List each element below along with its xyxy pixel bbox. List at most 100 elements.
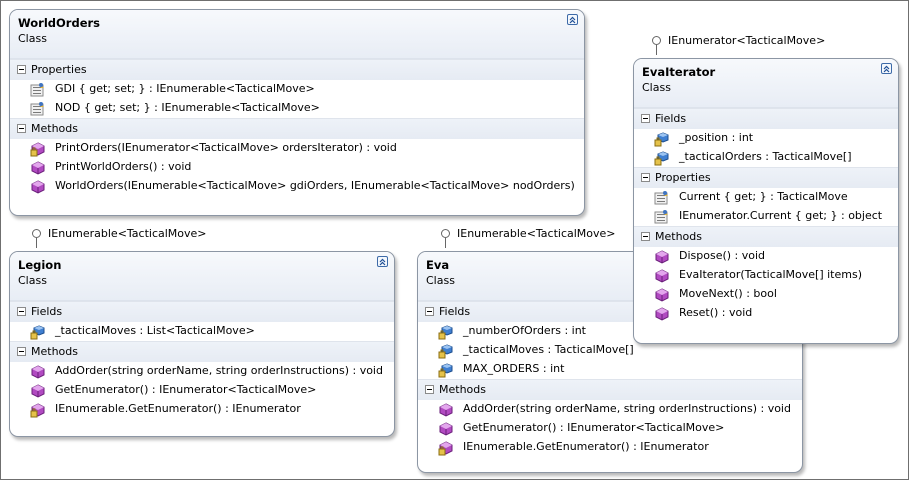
section-label: Methods — [439, 383, 486, 396]
section-fields[interactable]: Fields — [634, 108, 898, 129]
section-properties[interactable]: Properties — [634, 167, 898, 188]
method-icon — [654, 306, 670, 322]
collapse-chevron-icon[interactable] — [567, 14, 578, 25]
member-row[interactable]: IEnumerator.Current { get; } : object — [634, 207, 898, 226]
method-icon — [30, 179, 46, 195]
interface-label: IEnumerator<TacticalMove> — [668, 34, 826, 47]
member-row[interactable]: Reset() : void — [634, 304, 898, 323]
class-header[interactable]: Legion Class — [10, 252, 394, 301]
collapse-minus-icon[interactable] — [425, 385, 434, 394]
private-method-icon — [30, 141, 46, 157]
class-name: EvaIterator — [642, 65, 716, 79]
private-field-icon — [654, 150, 670, 166]
member-row[interactable]: EvaIterator(TacticalMove[] items) — [634, 266, 898, 285]
section-methods[interactable]: Methods — [418, 379, 802, 400]
method-icon — [438, 421, 454, 437]
member-signature: MAX_ORDERS : int — [463, 362, 565, 375]
member-signature: PrintOrders(IEnumerator<TacticalMove> or… — [55, 141, 397, 154]
property-icon — [30, 82, 46, 98]
method-icon — [654, 287, 670, 303]
section-methods[interactable]: Methods — [634, 226, 898, 247]
collapse-minus-icon[interactable] — [17, 124, 26, 133]
member-signature: IEnumerable.GetEnumerator() : IEnumerato… — [463, 440, 709, 453]
property-icon — [654, 209, 670, 225]
member-signature: _tacticalOrders : TacticalMove[] — [679, 150, 852, 163]
class-header[interactable]: EvaIterator Class — [634, 59, 898, 108]
member-row[interactable]: IEnumerable.GetEnumerator() : IEnumerato… — [418, 438, 802, 457]
class-worldorders[interactable]: WorldOrders Class Properties GDI { get; set… — [9, 9, 585, 216]
member-row[interactable]: AddOrder(string orderName, string orderI… — [418, 400, 802, 419]
class-name: WorldOrders — [18, 16, 101, 30]
section-label: Methods — [31, 345, 78, 358]
member-row[interactable]: _position : int — [634, 129, 898, 148]
private-field-icon — [654, 131, 670, 147]
interface-circle — [441, 229, 450, 238]
class-legion[interactable]: Legion Class Fields _tacticalMoves : List<T… — [9, 251, 395, 437]
class-header[interactable]: WorldOrders Class — [10, 10, 584, 59]
class-diagram-canvas: WorldOrders Class Properties GDI { get; set… — [0, 0, 909, 480]
class-name: Legion — [18, 258, 62, 272]
member-row[interactable]: PrintWorldOrders() : void — [10, 158, 584, 177]
member-row[interactable]: GDI { get; set; } : IEnumerable<Tactical… — [10, 80, 584, 99]
interface-connector — [445, 238, 446, 248]
collapse-minus-icon[interactable] — [17, 307, 26, 316]
interface-connector — [36, 238, 37, 248]
section-properties[interactable]: Properties — [10, 59, 584, 80]
member-signature: IEnumerable.GetEnumerator() : IEnumerato… — [55, 402, 301, 415]
class-kind: Class — [426, 274, 455, 287]
private-method-icon — [438, 440, 454, 456]
member-row[interactable]: MoveNext() : bool — [634, 285, 898, 304]
member-signature: AddOrder(string orderName, string orderI… — [55, 364, 383, 377]
class-evaiterator[interactable]: EvaIterator Class Fields _position : int _ta… — [633, 58, 899, 344]
method-icon — [654, 268, 670, 284]
collapse-minus-icon[interactable] — [425, 307, 434, 316]
member-signature: EvaIterator(TacticalMove[] items) — [679, 268, 862, 281]
member-row[interactable]: _tacticalOrders : TacticalMove[] — [634, 148, 898, 167]
collapse-minus-icon[interactable] — [641, 114, 650, 123]
member-signature: GetEnumerator() : IEnumerator<TacticalMo… — [463, 421, 725, 434]
member-row[interactable]: PrintOrders(IEnumerator<TacticalMove> or… — [10, 139, 584, 158]
member-signature: MoveNext() : bool — [679, 287, 777, 300]
method-icon — [30, 383, 46, 399]
section-label: Properties — [31, 63, 87, 76]
property-icon — [654, 190, 670, 206]
member-row[interactable]: NOD { get; set; } : IEnumerable<Tactical… — [10, 99, 584, 118]
member-row[interactable]: GetEnumerator() : IEnumerator<TacticalMo… — [418, 419, 802, 438]
member-signature: Dispose() : void — [679, 249, 766, 262]
member-signature: _tacticalMoves : List<TacticalMove> — [55, 324, 255, 337]
member-row[interactable]: WorldOrders(IEnumerable<TacticalMove> gd… — [10, 177, 584, 196]
member-row[interactable]: IEnumerable.GetEnumerator() : IEnumerato… — [10, 400, 394, 419]
member-signature: AddOrder(string orderName, string orderI… — [463, 402, 791, 415]
collapse-chevron-icon[interactable] — [881, 63, 892, 74]
member-row[interactable]: Current { get; } : TacticalMove — [634, 188, 898, 207]
member-row[interactable]: MAX_ORDERS : int — [418, 360, 802, 379]
section-fields[interactable]: Fields — [10, 301, 394, 322]
class-kind: Class — [18, 274, 47, 287]
member-row[interactable]: GetEnumerator() : IEnumerator<TacticalMo… — [10, 381, 394, 400]
class-kind: Class — [18, 32, 47, 45]
member-row[interactable]: _tacticalMoves : List<TacticalMove> — [10, 322, 394, 341]
collapse-minus-icon[interactable] — [641, 173, 650, 182]
private-field-icon — [438, 324, 454, 340]
member-signature: GDI { get; set; } : IEnumerable<Tactical… — [55, 82, 315, 95]
collapse-chevron-icon[interactable] — [377, 256, 388, 267]
interface-connector — [656, 45, 657, 55]
collapse-minus-icon[interactable] — [641, 232, 650, 241]
section-methods[interactable]: Methods — [10, 118, 584, 139]
member-row[interactable]: Dispose() : void — [634, 247, 898, 266]
member-signature: NOD { get; set; } : IEnumerable<Tactical… — [55, 101, 320, 114]
section-label: Fields — [655, 112, 687, 125]
method-icon — [654, 249, 670, 265]
collapse-minus-icon[interactable] — [17, 347, 26, 356]
collapse-minus-icon[interactable] — [17, 65, 26, 74]
section-label: Methods — [31, 122, 78, 135]
member-row[interactable]: AddOrder(string orderName, string orderI… — [10, 362, 394, 381]
interface-circle — [32, 229, 41, 238]
class-kind: Class — [642, 81, 671, 94]
member-signature: _position : int — [679, 131, 754, 144]
method-icon — [30, 160, 46, 176]
interface-circle — [652, 36, 661, 45]
section-methods[interactable]: Methods — [10, 341, 394, 362]
class-name: Eva — [426, 258, 450, 272]
section-label: Fields — [439, 305, 471, 318]
